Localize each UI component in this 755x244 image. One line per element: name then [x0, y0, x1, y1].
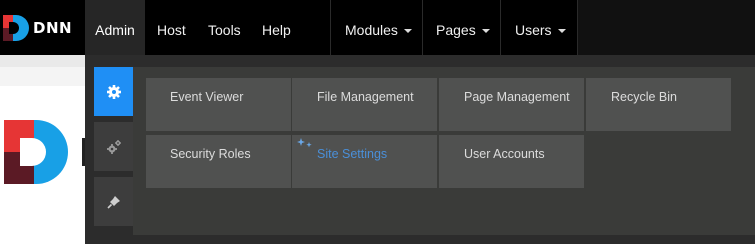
nav-divider [500, 0, 501, 55]
pin-tab[interactable] [94, 177, 133, 226]
menu-item-site-settings[interactable]: Site Settings [292, 135, 437, 188]
nav-tools[interactable]: Tools [208, 0, 241, 55]
nav-host[interactable]: Host [157, 0, 186, 55]
menu-item-label: User Accounts [464, 147, 545, 161]
menu-item-file-management[interactable]: File Management [292, 78, 437, 131]
caret-down-icon [557, 29, 566, 34]
sparkle-icon [297, 138, 312, 148]
control-bar-right-area [578, 0, 755, 55]
pin-icon [106, 195, 120, 209]
dnn-logo-text: DNN [33, 19, 73, 37]
gear-icon [106, 84, 121, 99]
advanced-settings-tab[interactable] [94, 122, 133, 171]
dnn-page-logo [0, 120, 90, 184]
nav-admin[interactable]: Admin [85, 0, 145, 55]
nav-pages[interactable]: Pages [436, 0, 490, 55]
nav-pages-label: Pages [436, 22, 476, 38]
nav-modules[interactable]: Modules [345, 0, 412, 55]
caret-down-icon [481, 29, 490, 34]
menu-item-recycle-bin[interactable]: Recycle Bin [586, 78, 731, 131]
nav-users[interactable]: Users [515, 0, 566, 55]
dnn-logo[interactable]: DNN [3, 14, 72, 42]
control-bar: DNN Admin Host Tools Help Modules Pages … [0, 0, 755, 55]
admin-settings-tab[interactable] [94, 67, 133, 116]
menu-item-label: Recycle Bin [611, 90, 677, 104]
menu-item-page-management[interactable]: Page Management [439, 78, 584, 131]
dnn-logo-icon [3, 15, 29, 41]
gears-icon [106, 139, 121, 154]
nav-help[interactable]: Help [262, 0, 291, 55]
nav-divider [422, 0, 423, 55]
menu-item-user-accounts[interactable]: User Accounts [439, 135, 584, 188]
caret-down-icon [403, 29, 412, 34]
menu-item-security-roles[interactable]: Security Roles [146, 135, 291, 188]
nav-modules-label: Modules [345, 22, 398, 38]
menu-item-event-viewer[interactable]: Event Viewer [146, 78, 291, 131]
nav-divider [330, 0, 331, 55]
nav-users-label: Users [515, 22, 552, 38]
nav-divider [577, 0, 578, 55]
